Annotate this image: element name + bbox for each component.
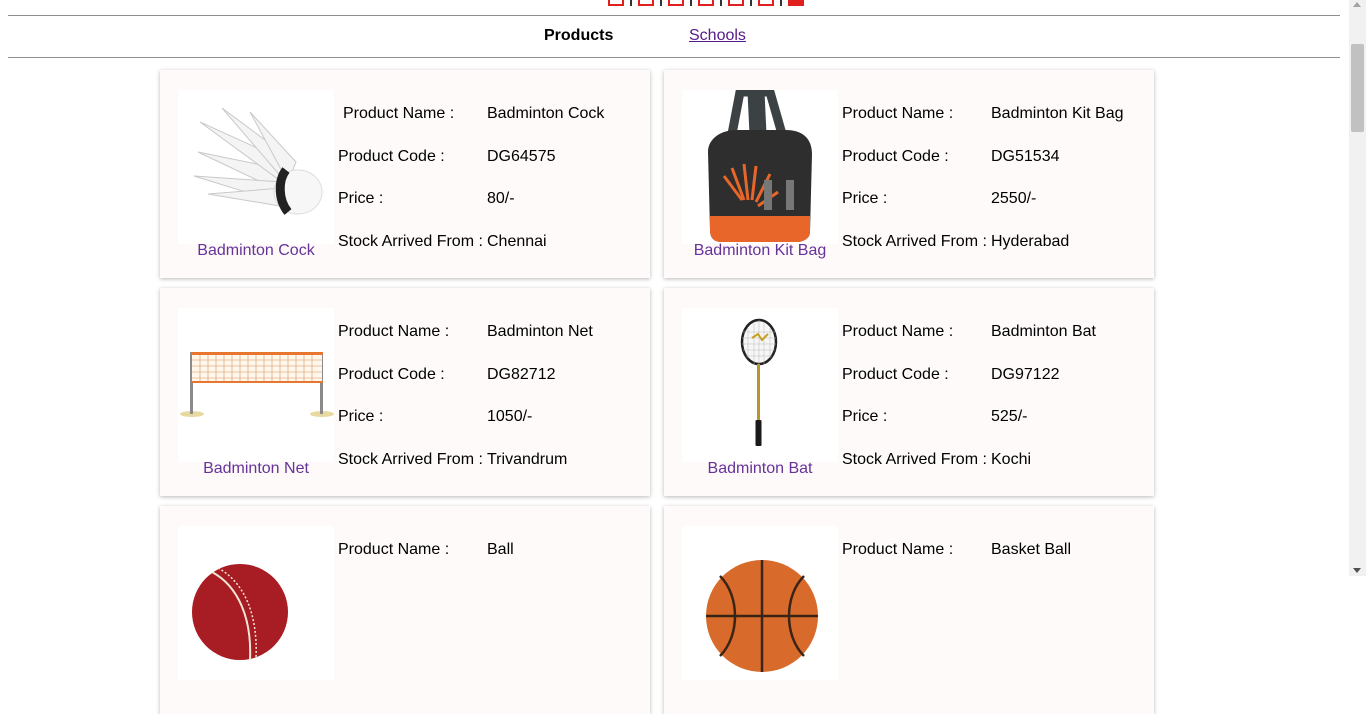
product-code-value: DG82712 bbox=[487, 366, 556, 383]
stock-label: Stock Arrived From : bbox=[842, 451, 987, 468]
product-image bbox=[178, 308, 334, 462]
product-caption[interactable]: Badminton Cock bbox=[178, 242, 334, 260]
doc-icon[interactable] bbox=[608, 0, 624, 6]
product-name-label: Product Name : bbox=[343, 105, 455, 122]
product-code-value: DG51534 bbox=[991, 148, 1060, 165]
product-code-label: Product Code : bbox=[338, 366, 445, 383]
product-code-label: Product Code : bbox=[338, 148, 445, 165]
stock-value: Kochi bbox=[991, 451, 1032, 468]
separator bbox=[720, 0, 722, 6]
header-icon-row bbox=[608, 0, 804, 6]
divider-top bbox=[8, 15, 1340, 16]
product-name-value: Badminton Kit Bag bbox=[991, 105, 1124, 122]
price-value: 1050/- bbox=[487, 408, 533, 425]
price-label: Price : bbox=[842, 190, 888, 207]
shuttlecock-icon bbox=[193, 107, 323, 215]
product-caption[interactable]: Badminton Kit Bag bbox=[682, 242, 838, 260]
separator bbox=[660, 0, 662, 6]
product-name-value: Ball bbox=[487, 541, 514, 558]
scroll-up-arrow-icon[interactable] bbox=[1353, 2, 1361, 7]
stock-label: Stock Arrived From : bbox=[842, 233, 987, 250]
cricket-ball-icon bbox=[192, 564, 288, 661]
product-name-value: Badminton Cock bbox=[487, 105, 605, 122]
separator bbox=[690, 0, 692, 6]
product-card: Product Name : Basket Ball bbox=[664, 506, 1154, 714]
product-name-value: Badminton Net bbox=[487, 323, 593, 340]
net-icon bbox=[180, 352, 334, 417]
youtube-icon[interactable] bbox=[788, 0, 804, 6]
nav-schools-link[interactable]: Schools bbox=[689, 27, 746, 45]
kit-bag-icon bbox=[708, 90, 812, 242]
location-icon[interactable] bbox=[758, 0, 774, 6]
product-image bbox=[682, 308, 838, 462]
product-name-label: Product Name : bbox=[842, 105, 954, 122]
product-image bbox=[178, 526, 334, 680]
stock-value: Trivandrum bbox=[487, 451, 568, 468]
product-caption[interactable]: Badminton Bat bbox=[682, 460, 838, 478]
product-name-value: Badminton Bat bbox=[991, 323, 1096, 340]
product-name-label: Product Name : bbox=[338, 323, 450, 340]
stock-value: Hyderabad bbox=[991, 233, 1070, 250]
stock-label: Stock Arrived From : bbox=[338, 451, 483, 468]
divider-bottom bbox=[8, 57, 1340, 58]
separator bbox=[780, 0, 782, 6]
product-code-value: DG64575 bbox=[487, 148, 556, 165]
separator bbox=[750, 0, 752, 6]
product-name-label: Product Name : bbox=[338, 541, 450, 558]
product-image bbox=[178, 90, 334, 244]
price-label: Price : bbox=[842, 408, 888, 425]
price-label: Price : bbox=[338, 190, 384, 207]
product-caption[interactable]: Badminton Net bbox=[178, 460, 334, 478]
product-card: Badminton Kit Bag Product Name : Badmint… bbox=[664, 70, 1154, 278]
price-value: 2550/- bbox=[991, 190, 1037, 207]
product-code-label: Product Code : bbox=[842, 366, 949, 383]
product-code-label: Product Code : bbox=[842, 148, 949, 165]
header-strip bbox=[0, 0, 1340, 14]
phone-icon[interactable] bbox=[728, 0, 744, 6]
product-name-value: Basket Ball bbox=[991, 541, 1072, 558]
product-name-label: Product Name : bbox=[842, 541, 954, 558]
product-card: Product Name : Ball bbox=[160, 506, 650, 714]
stock-label: Stock Arrived From : bbox=[338, 233, 483, 250]
product-image bbox=[682, 526, 838, 680]
building-icon[interactable] bbox=[698, 0, 714, 6]
calendar-icon[interactable] bbox=[638, 0, 654, 6]
mail-icon[interactable] bbox=[668, 0, 684, 6]
racket-icon bbox=[740, 318, 778, 446]
main-nav: Products Schools bbox=[0, 27, 1340, 47]
product-code-value: DG97122 bbox=[991, 366, 1060, 383]
price-value: 525/- bbox=[991, 408, 1028, 425]
price-value: 80/- bbox=[487, 190, 515, 207]
stock-value: Chennai bbox=[487, 233, 547, 250]
nav-products: Products bbox=[544, 27, 614, 44]
product-image bbox=[682, 90, 838, 244]
product-card: Badminton Cock Product Name : Badminton … bbox=[160, 70, 650, 278]
basketball-icon bbox=[706, 560, 818, 672]
product-card: Badminton Bat Product Name : Badminton B… bbox=[664, 288, 1154, 496]
scroll-thumb[interactable] bbox=[1351, 44, 1364, 132]
separator bbox=[630, 0, 632, 6]
product-name-label: Product Name : bbox=[842, 323, 954, 340]
price-label: Price : bbox=[338, 408, 384, 425]
scroll-down-arrow-icon[interactable] bbox=[1353, 568, 1361, 573]
product-card: Badminton Net Product Name : Badminton N… bbox=[160, 288, 650, 496]
vertical-scrollbar[interactable] bbox=[1349, 0, 1366, 576]
